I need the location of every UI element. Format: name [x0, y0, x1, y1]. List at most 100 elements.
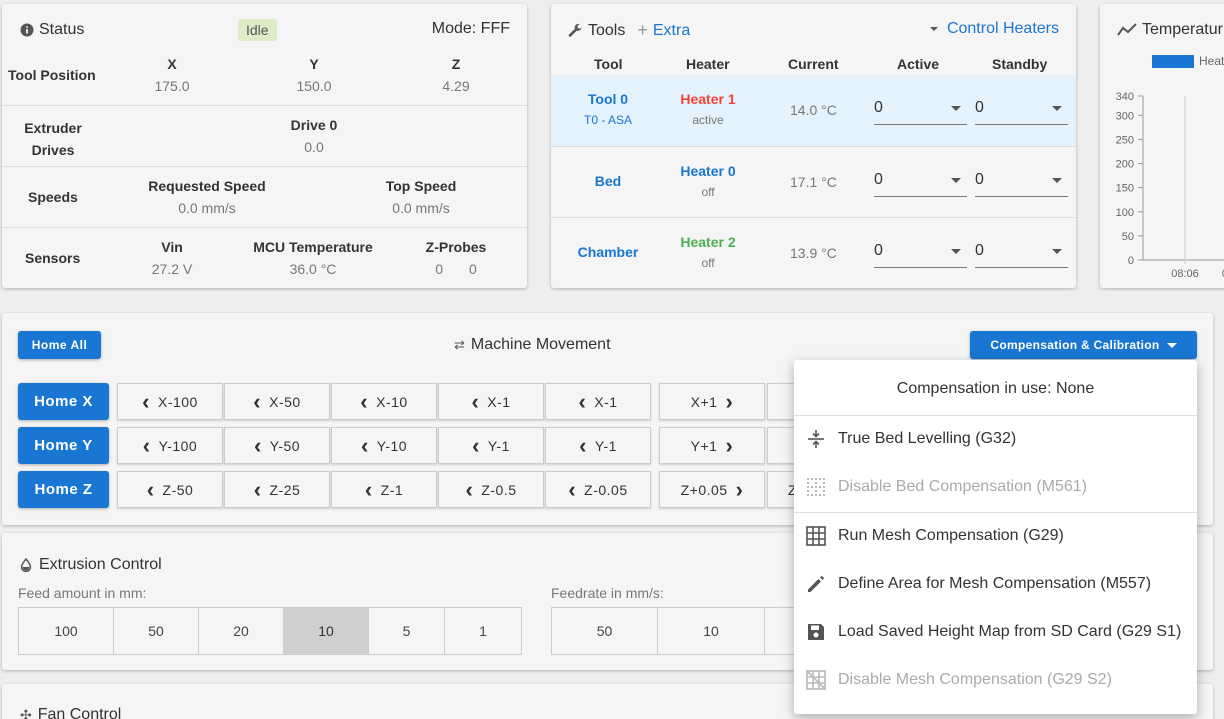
active-temp-select[interactable]: 0 [874, 167, 967, 197]
dropdown-arrow-icon [951, 249, 961, 254]
heater-name[interactable]: Heater 0 [663, 163, 753, 179]
active-temp-select[interactable]: 0 [874, 238, 967, 268]
move-button[interactable]: ‹ Z-0.5 [438, 471, 544, 508]
standby-temp-select[interactable]: 0 [975, 238, 1068, 268]
current-temp: 14.0 °C [790, 102, 837, 118]
movement-title: Machine Movement [470, 336, 611, 353]
menu-item-true-bed-levelling[interactable]: True Bed Levelling (G32) [794, 415, 1197, 463]
menu-item-run-mesh-compensation[interactable]: Run Mesh Compensation (G29) [794, 512, 1197, 560]
active-temp-select[interactable]: 0 [874, 95, 967, 125]
heater-state: off [701, 185, 715, 199]
chart-legend[interactable]: Heat [1152, 54, 1224, 68]
move-button[interactable]: ‹ X-1 [438, 383, 544, 420]
extruder-drives-label: Extruder Drives [24, 120, 82, 158]
move-button[interactable]: ‹ X-100 [117, 383, 223, 420]
legend-label: Heat [1199, 54, 1224, 68]
heater-state: off [701, 256, 715, 270]
chevron-left-icon: ‹ [142, 388, 150, 414]
tool-name[interactable]: Bed [563, 173, 653, 189]
sensors-row: Sensors Vin 27.2 V MCU Temperature 36.0 °C… [2, 227, 527, 288]
move-button[interactable]: ‹ X-10 [331, 383, 437, 420]
temperature-title: Temperatur [1142, 21, 1223, 38]
tools-panel: Tools + Extra Control Heaters Tool Heate… [551, 4, 1076, 288]
standby-temp-select[interactable]: 0 [975, 95, 1068, 125]
table-row[interactable]: Bed Heater 0 off 17.1 °C 0 0 [551, 146, 1076, 217]
move-button[interactable]: ‹ Y-1 [545, 427, 651, 464]
menu-item-label: Disable Mesh Compensation (G29 S2) [838, 671, 1112, 688]
move-button[interactable]: X+1 › [659, 383, 765, 420]
dropdown-arrow-icon [1052, 249, 1062, 254]
menu-item-define-mesh-area[interactable]: Define Area for Mesh Compensation (M557) [794, 560, 1197, 608]
feed-amount-option[interactable]: 1 [444, 607, 522, 655]
tool-name[interactable]: Chamber [563, 244, 653, 260]
home-z-button[interactable]: Home Z [18, 471, 109, 508]
move-button[interactable]: ‹ Y-10 [331, 427, 437, 464]
status-header: Status [20, 21, 84, 39]
feed-amount-option[interactable]: 20 [198, 607, 284, 655]
floppy-icon [794, 623, 838, 641]
chevron-left-icon: ‹ [465, 476, 474, 502]
control-heaters-button[interactable]: Control Heaters [929, 20, 1059, 38]
move-button[interactable]: ‹ Z-1 [331, 471, 437, 508]
current-temp: 13.9 °C [790, 245, 837, 261]
requested-speed: Requested Speed 0.0 mm/s [148, 178, 266, 216]
temperature-header: Temperatur [1117, 21, 1223, 39]
temperature-chart: 34030025020015010050008:0608 [1116, 91, 1224, 280]
status-title: Status [39, 21, 85, 38]
temperature-chart-panel: Temperatur Heat 340 300 250 200 150 100 50 0 08:… [1100, 4, 1224, 288]
tools-title: Tools [588, 21, 626, 39]
move-button[interactable]: Y+1 › [659, 427, 765, 464]
feed-amount-option[interactable]: 5 [368, 607, 445, 655]
tool-position-label: Tool Position [8, 67, 96, 83]
pencil-icon [794, 575, 838, 593]
column-header: Active [897, 56, 940, 72]
dropdown-arrow-icon [951, 178, 961, 183]
axis-y: Y 150.0 [296, 56, 332, 94]
control-heaters-label: Control Heaters [946, 20, 1059, 37]
feedrate-option[interactable]: 10 [657, 607, 765, 655]
menu-item-disable-mesh-compensation[interactable]: Disable Mesh Compensation (G29 S2) [794, 656, 1197, 704]
move-button[interactable]: ‹ Z-50 [117, 471, 223, 508]
y-tick-label: 100 [1116, 207, 1134, 219]
chevron-right-icon: › [725, 388, 734, 414]
move-button[interactable]: ‹ Z-25 [224, 471, 330, 508]
status-badge: Idle [238, 19, 277, 41]
chevron-left-icon: ‹ [364, 476, 373, 502]
move-button[interactable]: Z+0.05 › [659, 471, 765, 508]
move-button[interactable]: ‹ X-50 [224, 383, 330, 420]
feed-amount-option[interactable]: 100 [18, 607, 114, 655]
table-row[interactable]: Chamber Heater 2 off 13.9 °C 0 0 [551, 217, 1076, 288]
menu-item-load-height-map[interactable]: Load Saved Height Map from SD Card (G29 … [794, 608, 1197, 656]
home-y-button[interactable]: Home Y [18, 427, 109, 464]
top-speed: Top Speed 0.0 mm/s [385, 178, 457, 216]
home-all-button[interactable]: Home All [18, 331, 101, 359]
move-button[interactable]: ‹ Z-0.05 [545, 471, 651, 508]
heater-name[interactable]: Heater 2 [663, 234, 753, 250]
home-x-button[interactable]: Home X [18, 383, 109, 420]
chevron-left-icon: ‹ [253, 388, 262, 414]
feed-amount-option[interactable]: 50 [113, 607, 199, 655]
menu-item-disable-bed-compensation[interactable]: Disable Bed Compensation (M561) [794, 463, 1197, 511]
move-button[interactable]: ‹ Y-1 [438, 427, 544, 464]
move-button[interactable]: ‹ Y-100 [117, 427, 223, 464]
move-button[interactable]: ‹ X-1 [545, 383, 651, 420]
standby-temp-select[interactable]: 0 [975, 167, 1068, 197]
y-tick-label: 300 [1116, 110, 1134, 122]
extra-tab[interactable]: + Extra [637, 20, 690, 41]
move-button[interactable]: ‹ Y-50 [224, 427, 330, 464]
y-tick-label: 50 [1122, 231, 1134, 243]
grid-icon [794, 526, 838, 546]
dropdown-arrow-icon [1052, 178, 1062, 183]
feed-amount-option[interactable]: 10 [283, 607, 369, 655]
compensation-calibration-button[interactable]: Compensation & Calibration [970, 331, 1197, 359]
z-probe-value: 0 [469, 261, 477, 277]
fan-icon: ✣ [20, 706, 32, 719]
column-header: Current [788, 56, 839, 72]
menu-item-label: Disable Bed Compensation (M561) [838, 478, 1088, 495]
heater-name[interactable]: Heater 1 [663, 91, 753, 107]
table-row[interactable]: Tool 0 T0 - ASA Heater 1 active 14.0 °C 0 … [551, 75, 1076, 146]
feedrate-option[interactable]: 50 [551, 607, 658, 655]
current-temp: 17.1 °C [790, 174, 837, 190]
chevron-left-icon: ‹ [472, 432, 480, 458]
tool-name[interactable]: Tool 0 [563, 91, 653, 107]
